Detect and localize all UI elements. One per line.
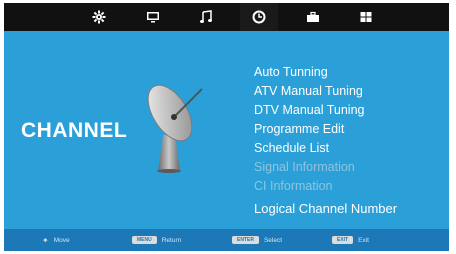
time-tab[interactable] (240, 3, 278, 31)
return-hint: MENU Return (132, 229, 181, 251)
move-hint: ✦ Move (42, 229, 70, 251)
exit-key-badge: EXIT (332, 236, 354, 244)
help-bar: ✦ Move MENU Return ENTER Select EXIT Exi… (4, 229, 449, 251)
enter-key-badge: ENTER (232, 236, 259, 244)
monitor-icon (147, 12, 159, 23)
arrows-icon: ✦ (42, 235, 49, 245)
sound-tab[interactable] (187, 3, 225, 31)
tv-menu-screen: CHANNEL Auto Tunning ATV Manual Tuning D… (4, 3, 449, 251)
select-label: Select (263, 236, 283, 244)
clock-icon (252, 10, 266, 24)
exit-label: Exit (358, 236, 369, 244)
grid-icon (360, 12, 372, 22)
menu-item-programme-edit[interactable]: Programme Edit (254, 120, 397, 139)
category-title: CHANNEL (21, 119, 128, 142)
select-hint: ENTER Select (232, 229, 282, 251)
menu-item-signal-information: Signal Information (254, 160, 355, 174)
move-label: Move (53, 236, 70, 244)
setup-tab[interactable] (347, 3, 385, 31)
music-note-icon (200, 10, 212, 23)
nav-underline (4, 31, 449, 34)
channel-menu: Auto Tunning ATV Manual Tuning DTV Manua… (254, 63, 397, 218)
menu-item-dtv-manual-tuning[interactable]: DTV Manual Tuning (254, 101, 397, 120)
return-label: Return (161, 236, 182, 244)
satellite-dish-icon (147, 84, 203, 173)
menu-key-badge: MENU (132, 236, 157, 244)
gear-icon (92, 10, 106, 24)
picture-tab[interactable] (134, 3, 172, 31)
menu-item-ci-information: CI Information (254, 179, 333, 193)
settings-tab[interactable] (80, 3, 118, 31)
menu-item-logical-channel-number[interactable]: Logical Channel Number (254, 199, 397, 218)
briefcase-icon (307, 11, 319, 22)
menu-item-schedule-list[interactable]: Schedule List (254, 139, 397, 158)
exit-hint: EXIT Exit (332, 229, 369, 251)
menu-item-atv-manual-tuning[interactable]: ATV Manual Tuning (254, 82, 397, 101)
menu-item-auto-tuning[interactable]: Auto Tunning (254, 63, 397, 82)
top-nav-bar (4, 3, 449, 31)
lock-tab[interactable] (294, 3, 332, 31)
